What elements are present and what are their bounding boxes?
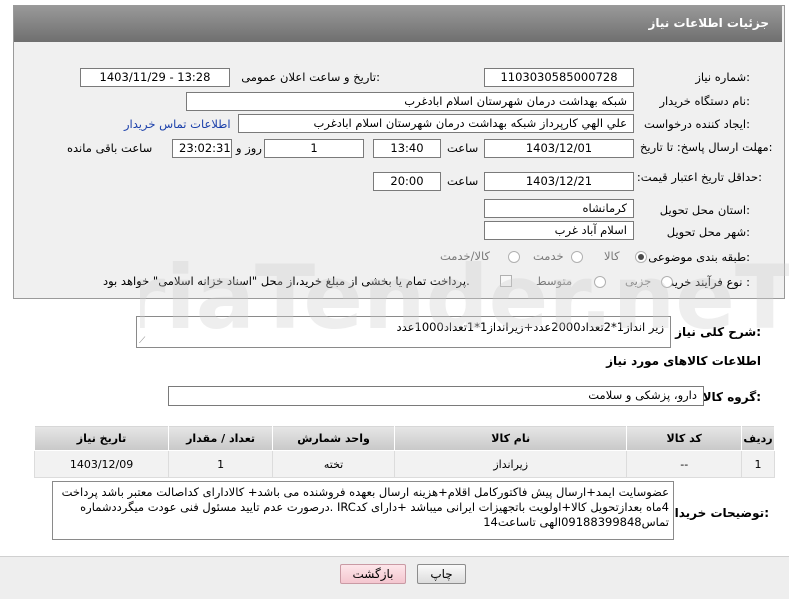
cell-need-date: 1403/12/09: [33, 450, 170, 478]
category-label: طبقه بندی موضوعی:: [648, 250, 750, 264]
category-goods-radio[interactable]: [635, 251, 647, 263]
col-unit: واحد شمارش: [272, 425, 396, 451]
need-number-field: 1103030585000728: [484, 68, 634, 87]
cell-unit: تخته: [272, 450, 396, 478]
creator-field: علي الهي کارپرداز شبکه بهداشت درمان شهرس…: [238, 114, 634, 133]
description-box: زیر انداز1*2تعداد2000عدد+زیرانداز1*1تعدا…: [136, 316, 671, 348]
goods-group-label: گروه کالا:: [702, 390, 761, 404]
process-minor-radio[interactable]: [661, 276, 673, 288]
province-label: استان محل تحویل:: [659, 203, 750, 217]
treasury-payment-note: پرداخت تمام یا بخشی از مبلغ خرید،از محل …: [103, 274, 470, 288]
time-remaining-label: ساعت باقی مانده: [67, 141, 153, 155]
treasury-payment-checkbox[interactable]: [500, 275, 512, 287]
process-type-label: نوع فرآیند خرید :: [668, 275, 750, 289]
announce-label: تاریخ و ساعت اعلان عمومی:: [241, 70, 380, 84]
city-field: اسلام آباد غرب: [484, 221, 634, 240]
cell-row-number: 1: [741, 450, 775, 478]
cell-quantity: 1: [168, 450, 274, 478]
need-number-label: شماره نیاز:: [695, 70, 750, 84]
announce-datetime-field: 1403/11/29 - 13:28: [80, 68, 230, 87]
city-label: شهر محل تحویل:: [666, 225, 750, 239]
col-quantity: تعداد / مقدار: [168, 425, 274, 451]
col-need-date: تاریخ نیاز: [33, 425, 170, 451]
process-medium-radio[interactable]: [594, 276, 606, 288]
goods-group-field: دارو، پزشکی و سلامت: [168, 386, 704, 406]
category-goods-service-label: کالا/خدمت: [440, 249, 491, 263]
validity-date-field: 1403/12/21: [484, 172, 634, 191]
deadline-label: مهلت ارسال پاسخ: تا تاریخ:: [640, 140, 773, 154]
category-goods-service-radio[interactable]: [508, 251, 520, 263]
col-item-name: نام کالا: [394, 425, 628, 451]
category-goods-label: کالا: [604, 249, 620, 263]
time-remaining-field: 23:02:31: [172, 139, 232, 158]
validity-time-label: ساعت: [447, 174, 479, 188]
goods-table: ردیف کد کالا نام کالا واحد شمارش تعداد /…: [33, 425, 775, 478]
creator-label: ایجاد کننده درخواست:: [644, 117, 750, 131]
days-remaining-field: 1: [264, 139, 364, 158]
category-service-label: خدمت: [533, 249, 564, 263]
cell-item-code: --: [626, 450, 743, 478]
buyer-label: نام دستگاه خریدار:: [659, 94, 750, 108]
deadline-time-label: ساعت: [447, 141, 479, 155]
buyer-notes-label: توضیحات خریدار:: [667, 506, 769, 520]
col-row-number: ردیف: [741, 425, 775, 451]
province-field: کرمانشاه: [484, 199, 634, 218]
deadline-date-field: 1403/12/01: [484, 139, 634, 158]
resize-handle-icon[interactable]: ⟋: [139, 336, 145, 346]
panel-title: جزئیات اطلاعات نیاز: [648, 16, 769, 30]
cell-item-name: زیرانداز: [394, 450, 628, 478]
description-text: زیر انداز1*2تعداد2000عدد+زیرانداز1*1تعدا…: [396, 320, 665, 334]
process-minor-label: جزیی: [625, 274, 652, 288]
back-button[interactable]: بازگشت: [340, 564, 406, 584]
goods-section-title: اطلاعات کالاهای مورد نیاز: [606, 354, 761, 368]
table-row: 1 -- زیرانداز تخته 1 1403/12/09: [33, 450, 775, 478]
print-button[interactable]: چاپ: [417, 564, 466, 584]
process-medium-label: متوسط: [536, 274, 573, 288]
buyer-contact-link[interactable]: اطلاعات تماس خریدار: [124, 117, 231, 131]
buyer-field: شبکه بهداشت درمان شهرستان اسلام ابادغرب: [186, 92, 634, 111]
days-label: روز و: [236, 141, 262, 155]
category-service-radio[interactable]: [571, 251, 583, 263]
buyer-notes-box: عضوسایت ایمد+ارسال پیش فاکتورکامل اقلام+…: [52, 481, 674, 540]
col-item-code: کد کالا: [626, 425, 743, 451]
description-label: شرح کلی نیاز:: [675, 325, 761, 339]
deadline-time-field: 13:40: [373, 139, 441, 158]
validity-time-field: 20:00: [373, 172, 441, 191]
